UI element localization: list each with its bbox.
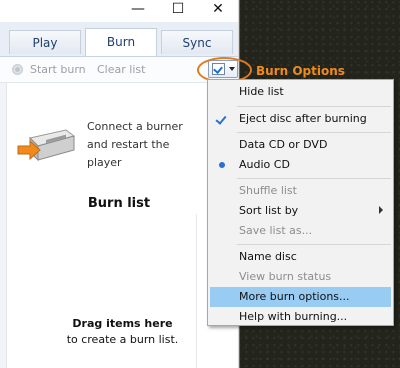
menu-item-view-burn-status: View burn status [210, 267, 391, 287]
tab-strip: Play Burn Sync [0, 22, 238, 57]
menu-item-label: Save list as... [239, 224, 313, 237]
menu-separator [237, 178, 391, 179]
menu-item-sort-list-by[interactable]: Sort list by [210, 201, 391, 221]
tab-burn[interactable]: Burn [85, 28, 157, 56]
burn-list-title: Burn list [87, 196, 151, 211]
menu-item-label: Shuffle list [239, 184, 297, 197]
tab-play[interactable]: Play [9, 30, 81, 54]
menu-item-label: Help with burning... [239, 310, 348, 323]
menu-item-shuffle-list: Shuffle list [210, 181, 391, 201]
menu-item-save-list-as: Save list as... [210, 221, 391, 241]
clear-list-button[interactable]: Clear list [97, 63, 145, 76]
menu-item-label: More burn options... [239, 290, 350, 303]
menu-item-more-burn-options[interactable]: More burn options... [210, 287, 391, 307]
menu-item-label: Data CD or DVD [239, 138, 328, 151]
burn-options-menu: Hide list Eject disc after burning Data … [207, 79, 394, 326]
menu-separator [237, 106, 391, 107]
menu-item-label: Name disc [239, 250, 297, 263]
menu-item-label: Eject disc after burning [239, 112, 367, 125]
burn-disc-icon [12, 64, 23, 75]
menu-separator [237, 244, 391, 245]
media-player-window: — ☐ ✕ Play Burn Sync Start burn Clear li… [0, 0, 239, 368]
menu-item-audio-cd[interactable]: Audio CD [210, 155, 391, 175]
burner-message: Connect a burner and restart the player [87, 120, 183, 169]
menu-item-hide-list[interactable]: Hide list [210, 82, 391, 102]
menu-item-name-disc[interactable]: Name disc [210, 247, 391, 267]
disc-burner-icon [17, 129, 76, 162]
tab-sync[interactable]: Sync [161, 30, 233, 54]
menu-item-label: Hide list [239, 85, 284, 98]
close-button[interactable]: ✕ [200, 0, 236, 20]
menu-item-eject-disc[interactable]: Eject disc after burning [210, 109, 391, 129]
chevron-right-icon [379, 206, 383, 214]
burn-options-annotation: Burn Options [256, 64, 345, 78]
minimize-button[interactable]: — [120, 0, 156, 20]
menu-item-data-cd[interactable]: Data CD or DVD [210, 135, 391, 155]
radio-bullet-icon [219, 162, 225, 168]
title-bar: — ☐ ✕ [0, 0, 238, 22]
menu-separator [237, 132, 391, 133]
checkmark-icon [215, 113, 227, 125]
menu-item-label: View burn status [239, 270, 332, 283]
menu-item-label: Sort list by [239, 204, 299, 217]
menu-item-label: Audio CD [239, 158, 290, 171]
start-burn-button[interactable]: Start burn [30, 63, 86, 76]
menu-item-help-with-burning[interactable]: Help with burning... [210, 307, 391, 327]
drag-hint-text: to create a burn list. [66, 333, 179, 346]
maximize-button[interactable]: ☐ [160, 0, 196, 20]
